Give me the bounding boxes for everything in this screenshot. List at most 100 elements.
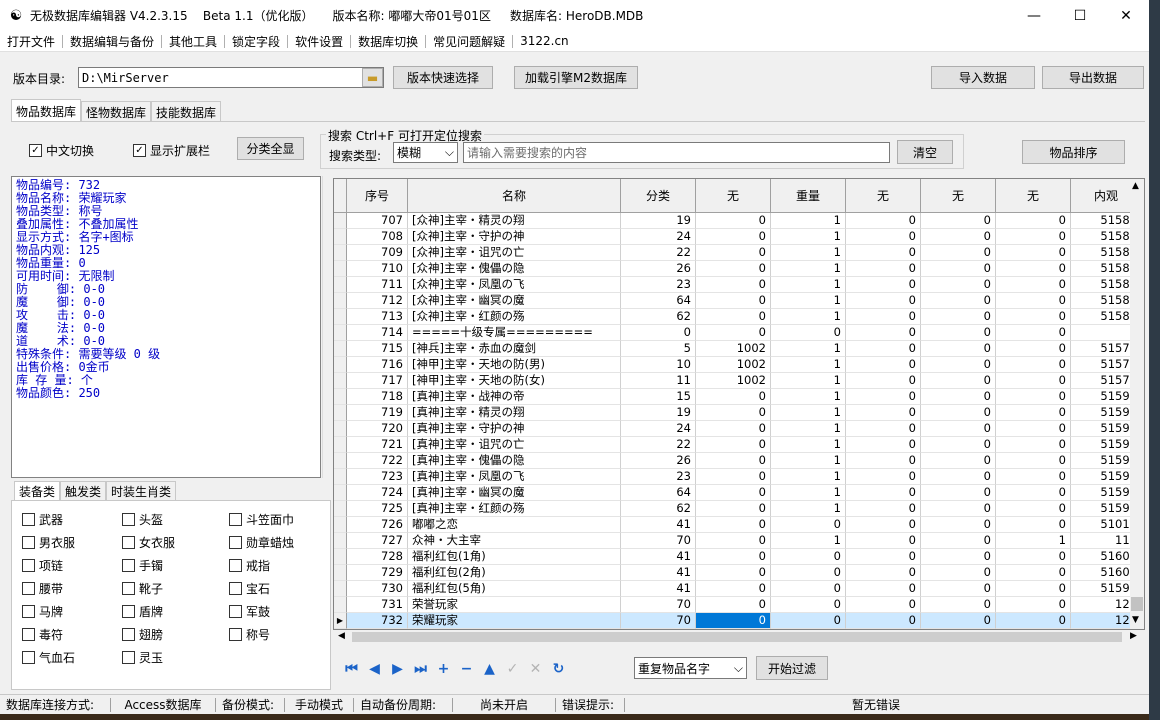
table-cell[interactable]: 0 [921,277,996,293]
table-cell[interactable]: 0 [996,469,1071,485]
table-cell[interactable]: [众神]主宰・红颜の殇 [408,309,621,325]
table-cell[interactable]: 1 [771,277,846,293]
table-cell[interactable]: 22 [621,245,696,261]
load-engine-button[interactable]: 加载引擎M2数据库 [514,66,638,89]
duplicate-select[interactable]: 重复物品名字 ⌵ [634,657,747,679]
table-cell[interactable]: 731 [347,597,408,613]
table-row[interactable]: 710 [众神]主宰・傀儡の隐 26 0 1 0 0 0 51582 [334,261,1142,277]
info-scrollbar[interactable] [322,176,332,478]
table-cell[interactable]: 0 [846,293,921,309]
table-cell[interactable]: 0 [921,517,996,533]
table-cell[interactable]: 0 [771,581,846,597]
table-cell[interactable]: 0 [696,517,771,533]
table-cell[interactable]: 0 [996,485,1071,501]
table-cell[interactable]: 0 [846,501,921,517]
table-cell[interactable]: 0 [996,229,1071,245]
tab-equipment[interactable]: 装备类 [14,481,61,501]
table-cell[interactable]: 724 [347,485,408,501]
category-checkbox[interactable]: 戒指 [229,557,270,574]
table-cell[interactable]: 0 [696,581,771,597]
table-cell[interactable]: [众神]主宰・诅咒の亡 [408,245,621,261]
table-cell[interactable]: 0 [996,549,1071,565]
table-cell[interactable]: 0 [696,261,771,277]
category-checkbox[interactable]: 宝石 [229,580,270,597]
table-cell[interactable]: 0 [771,597,846,613]
table-cell[interactable]: 41 [621,549,696,565]
table-cell[interactable]: 0 [921,341,996,357]
table-cell[interactable]: 0 [846,453,921,469]
table-cell[interactable]: 0 [696,213,771,229]
table-cell[interactable]: 0 [696,469,771,485]
column-header[interactable]: 无 [846,179,921,213]
table-cell[interactable]: 0 [921,485,996,501]
table-row[interactable]: 715 [神兵]主宰・赤血の魔剑 5 1002 1 0 0 0 51570 [334,341,1142,357]
table-cell[interactable]: 717 [347,373,408,389]
table-cell[interactable]: 1002 [696,341,771,357]
table-cell[interactable]: 725 [347,501,408,517]
table-row[interactable]: 725 [真神]主宰・红颜の殇 62 0 1 0 0 0 51595 [334,501,1142,517]
table-cell[interactable]: 1002 [696,357,771,373]
table-row[interactable]: 722 [真神]主宰・傀儡の隐 26 0 1 0 0 0 51592 [334,453,1142,469]
table-cell[interactable]: 0 [846,533,921,549]
table-cell[interactable]: 0 [696,293,771,309]
table-cell[interactable]: 0 [846,405,921,421]
table-cell[interactable]: 0 [846,549,921,565]
table-cell[interactable]: 0 [996,357,1071,373]
show-all-button[interactable]: 分类全显 [237,137,304,160]
table-cell[interactable]: 0 [921,261,996,277]
category-checkbox[interactable]: 气血石 [22,649,75,666]
table-cell[interactable]: 0 [696,389,771,405]
table-cell[interactable]: 0 [996,213,1071,229]
table-cell[interactable]: 15 [621,389,696,405]
table-cell[interactable]: 728 [347,549,408,565]
table-row[interactable]: 723 [真神]主宰・凤凰の飞 23 0 1 0 0 0 51593 [334,469,1142,485]
scroll-thumb[interactable] [1131,597,1143,611]
table-cell[interactable]: [众神]主宰・守护の神 [408,229,621,245]
table-row[interactable]: 719 [真神]主宰・精灵の翔 19 0 1 0 0 0 51591 [334,405,1142,421]
table-cell[interactable]: [神甲]主宰・天地の防(男) [408,357,621,373]
table-cell[interactable]: 0 [696,549,771,565]
refresh-icon[interactable]: ↻ [550,660,567,677]
table-cell[interactable]: 11 [621,373,696,389]
close-button[interactable]: ✕ [1103,0,1149,31]
table-cell[interactable]: 0 [696,533,771,549]
table-cell[interactable]: 1 [771,213,846,229]
table-cell[interactable]: 1002 [696,373,771,389]
h-scroll-thumb[interactable] [352,632,1122,642]
table-cell[interactable]: [真神]主宰・幽冥の魔 [408,485,621,501]
column-header[interactable]: 重量 [771,179,846,213]
table-cell[interactable]: 0 [996,293,1071,309]
table-cell[interactable]: 0 [996,597,1071,613]
table-cell[interactable]: 0 [846,325,921,341]
post-record-icon[interactable]: ✓ [504,660,521,677]
category-checkbox[interactable]: 灵玉 [122,649,163,666]
table-cell[interactable]: 708 [347,229,408,245]
table-cell[interactable]: 24 [621,229,696,245]
menu-open-file[interactable]: 打开文件 [0,33,62,50]
table-cell[interactable]: 0 [996,501,1071,517]
next-record-icon[interactable]: ▶ [389,660,406,677]
table-cell[interactable]: 23 [621,469,696,485]
table-cell[interactable]: [真神]主宰・傀儡の隐 [408,453,621,469]
table-cell[interactable]: 22 [621,437,696,453]
tab-monster-db[interactable]: 怪物数据库 [81,101,152,122]
table-cell[interactable]: 0 [921,421,996,437]
category-checkbox[interactable]: 手镯 [122,557,163,574]
table-cell[interactable]: 0 [846,613,921,629]
table-cell[interactable]: [真神]主宰・红颜の殇 [408,501,621,517]
table-cell[interactable]: 0 [921,469,996,485]
table-cell[interactable]: 711 [347,277,408,293]
table-cell[interactable]: 0 [921,549,996,565]
table-cell[interactable]: 712 [347,293,408,309]
table-cell[interactable]: 0 [996,277,1071,293]
table-cell[interactable]: 0 [846,437,921,453]
table-cell[interactable]: 0 [696,277,771,293]
table-cell[interactable]: 1 [771,453,846,469]
table-cell[interactable]: 26 [621,453,696,469]
table-row[interactable]: 720 [真神]主宰・守护の神 24 0 1 0 0 0 51592 [334,421,1142,437]
table-cell[interactable]: 0 [846,357,921,373]
table-cell[interactable]: 710 [347,261,408,277]
menu-website[interactable]: 3122.cn [513,34,576,48]
table-cell[interactable]: 0 [696,485,771,501]
table-cell[interactable]: 0 [846,517,921,533]
